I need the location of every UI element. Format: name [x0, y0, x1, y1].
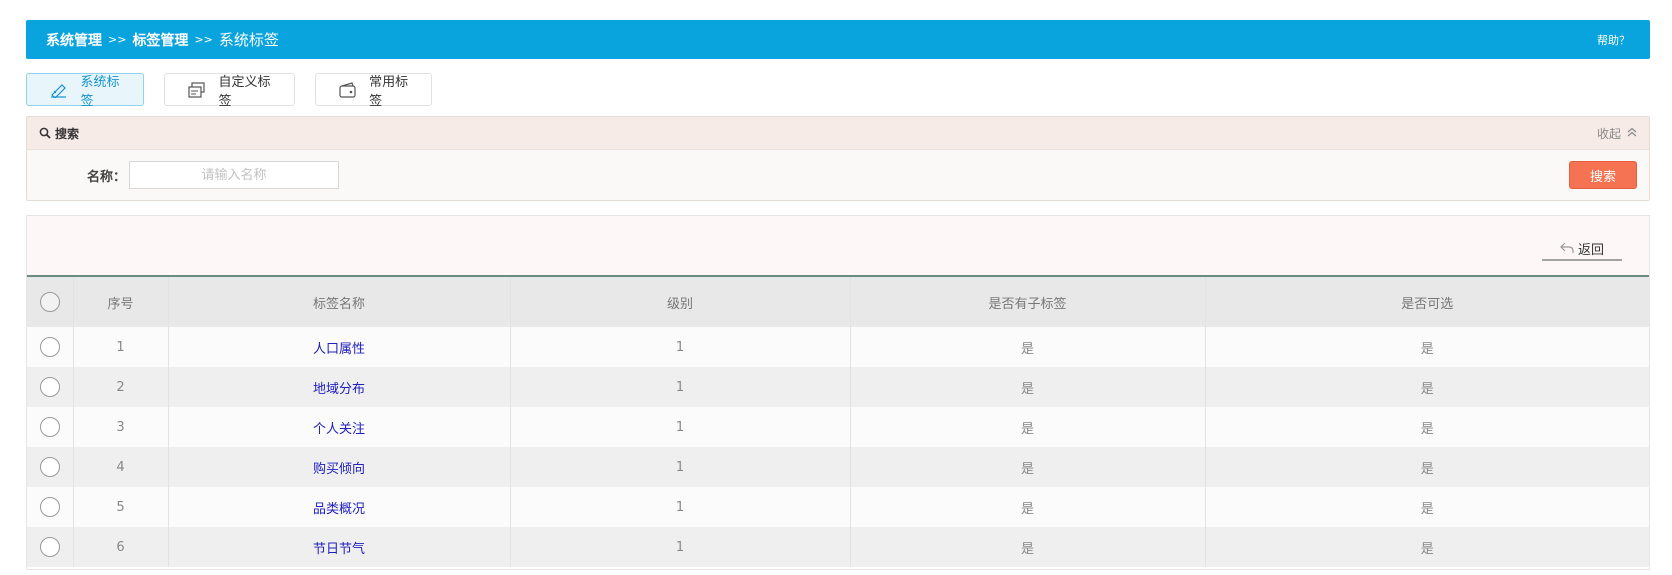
- column-header-level[interactable]: 级别: [510, 277, 851, 327]
- breadcrumb-tag-management[interactable]: 标签管理: [132, 30, 188, 50]
- tag-name-link[interactable]: 购买倾向: [168, 447, 511, 487]
- row-level: 1: [510, 327, 851, 367]
- row-level: 1: [510, 447, 851, 487]
- table-row: 3 个人关注 1 是 是: [27, 407, 1649, 447]
- row-radio[interactable]: [39, 377, 60, 397]
- row-selectable: 是: [1420, 501, 1434, 517]
- row-selectable: 是: [1420, 341, 1434, 357]
- breadcrumb-separator: >>: [108, 33, 127, 46]
- chevron-up-icon: [1627, 127, 1637, 140]
- column-header-selectable[interactable]: 是否可选: [1205, 277, 1649, 327]
- help-link[interactable]: 帮助？: [1597, 32, 1630, 48]
- row-has-children: 是: [850, 367, 1206, 407]
- back-arrow-icon: [1560, 242, 1574, 254]
- collapse-label: 收起: [1596, 126, 1621, 141]
- row-index: 1: [73, 327, 169, 367]
- row-level: 1: [510, 527, 851, 567]
- breadcrumb-system-management[interactable]: 系统管理: [46, 30, 102, 50]
- row-select-cell: [27, 487, 74, 527]
- table-row: 5 品类概况 1 是 是: [27, 487, 1649, 527]
- row-level: 1: [510, 407, 851, 447]
- back-button[interactable]: 返回: [1542, 237, 1622, 261]
- tag-name-link[interactable]: 人口属性: [168, 327, 511, 367]
- tab-label: 自定义标签: [218, 74, 271, 109]
- card-stack-icon: [187, 81, 207, 98]
- row-has-children: 是: [850, 327, 1206, 367]
- search-button[interactable]: 搜索: [1569, 161, 1637, 189]
- select-all-cell: [27, 277, 74, 327]
- row-radio[interactable]: [39, 497, 60, 517]
- row-index: 5: [73, 487, 169, 527]
- column-header-name[interactable]: 标签名称: [168, 277, 511, 327]
- column-header-has-children[interactable]: 是否有子标签: [850, 277, 1206, 327]
- tag-name-link[interactable]: 品类概况: [168, 487, 511, 527]
- table-row: 1 人口属性 1 是 是: [27, 327, 1649, 367]
- tab-custom-tags[interactable]: 自定义标签: [164, 73, 295, 109]
- search-panel-header: 搜索 收起: [27, 117, 1649, 150]
- name-label: 名称：: [87, 169, 127, 185]
- row-select-cell: [27, 447, 74, 487]
- row-has-children: 是: [850, 407, 1206, 447]
- row-index: 2: [73, 367, 169, 407]
- row-radio[interactable]: [39, 337, 60, 357]
- row-select-cell: [27, 327, 74, 367]
- row-has-children: 是: [850, 487, 1206, 527]
- row-level: 1: [510, 487, 851, 527]
- table-panel: 返回 序号 标签名称 级别 是否有子标签 是否可选 1 人口属性 1 是 是 2…: [26, 215, 1650, 570]
- search-title-label: 搜索: [55, 126, 80, 141]
- tag-name-link[interactable]: 地域分布: [168, 367, 511, 407]
- row-radio[interactable]: [39, 537, 60, 557]
- table-row: 6 节日节气 1 是 是: [27, 527, 1649, 567]
- search-panel-body: 名称： 搜索: [27, 150, 1649, 200]
- wallet-icon: [338, 81, 357, 98]
- edit-tag-icon: [49, 82, 68, 98]
- name-input[interactable]: [129, 161, 339, 189]
- table-toolbar: 返回: [27, 216, 1649, 277]
- table-header-row: 序号 标签名称 级别 是否有子标签 是否可选: [27, 277, 1649, 327]
- row-selectable: 是: [1420, 541, 1434, 557]
- breadcrumb: 系统管理 >> 标签管理 >> 系统标签: [46, 29, 279, 50]
- tab-label: 常用标签: [369, 74, 409, 109]
- row-selectable: 是: [1420, 381, 1434, 397]
- row-selectable: 是: [1420, 461, 1434, 477]
- row-radio[interactable]: [39, 457, 60, 477]
- row-radio[interactable]: [39, 417, 60, 437]
- tab-bar: 系统标签 自定义标签 常用标签: [26, 73, 452, 109]
- row-has-children: 是: [850, 527, 1206, 567]
- row-select-cell: [27, 407, 74, 447]
- tag-name-link[interactable]: 节日节气: [168, 527, 511, 567]
- tab-system-tags[interactable]: 系统标签: [26, 73, 144, 109]
- tag-name-link[interactable]: 个人关注: [168, 407, 511, 447]
- row-selectable: 是: [1420, 421, 1434, 437]
- breadcrumb-separator: >>: [194, 33, 213, 46]
- table-row: 4 购买倾向 1 是 是: [27, 447, 1649, 487]
- row-has-children: 是: [850, 447, 1206, 487]
- collapse-toggle[interactable]: 收起: [1597, 125, 1637, 142]
- column-header-index[interactable]: 序号: [73, 277, 169, 327]
- breadcrumb-system-tags: 系统标签: [218, 31, 279, 49]
- header-bar: 系统管理 >> 标签管理 >> 系统标签 帮助？: [26, 20, 1650, 59]
- tab-label: 系统标签: [80, 74, 120, 109]
- tags-table: 序号 标签名称 级别 是否有子标签 是否可选 1 人口属性 1 是 是 2 地域…: [27, 277, 1649, 567]
- search-panel: 搜索 收起 名称： 搜索: [26, 116, 1650, 201]
- row-index: 3: [73, 407, 169, 447]
- back-label: 返回: [1577, 242, 1604, 258]
- search-title: 搜索: [39, 125, 79, 142]
- table-row: 2 地域分布 1 是 是: [27, 367, 1649, 407]
- tab-common-tags[interactable]: 常用标签: [315, 73, 432, 109]
- row-select-cell: [27, 527, 74, 567]
- row-select-cell: [27, 367, 74, 407]
- select-all-radio[interactable]: [39, 292, 60, 312]
- row-index: 6: [73, 527, 169, 567]
- row-level: 1: [510, 367, 851, 407]
- row-index: 4: [73, 447, 169, 487]
- search-icon: [39, 127, 51, 139]
